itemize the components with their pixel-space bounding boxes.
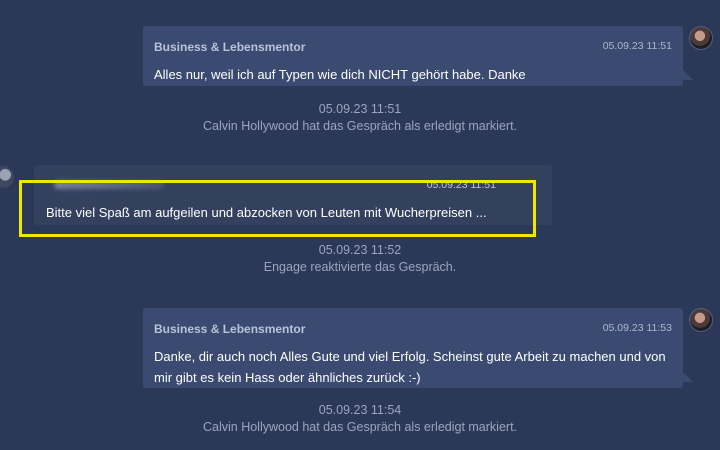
system-event: 05.09.23 11:52 Engage reaktivierte das G… xyxy=(0,242,720,276)
agent-avatar-icon[interactable] xyxy=(689,26,713,50)
message-bubble-outgoing: Business & Lebensmentor 05.09.23 11:53 D… xyxy=(143,308,693,388)
system-event-time: 05.09.23 11:54 xyxy=(318,403,402,417)
system-event-text: Engage reaktivierte das Gespräch. xyxy=(263,260,457,274)
system-event-text: Calvin Hollywood hat das Gespräch als er… xyxy=(202,420,518,434)
message-sender: Business & Lebensmentor xyxy=(154,322,306,336)
system-event-time: 05.09.23 11:51 xyxy=(318,102,402,116)
system-event: 05.09.23 11:54 Calvin Hollywood hat das … xyxy=(0,402,720,436)
redacted-sender-name xyxy=(54,181,164,189)
agent-avatar-icon[interactable] xyxy=(689,308,713,332)
message-time: 05.09.23 11:51 xyxy=(426,179,496,191)
system-event-text: Calvin Hollywood hat das Gespräch als er… xyxy=(202,119,518,133)
chat-transcript: Business & Lebensmentor 05.09.23 11:51 A… xyxy=(0,0,720,450)
message-sender: Business & Lebensmentor xyxy=(154,40,306,54)
customer-avatar-icon[interactable] xyxy=(0,166,14,188)
message-bubble-outgoing: Business & Lebensmentor 05.09.23 11:51 A… xyxy=(143,26,693,86)
message-time: 05.09.23 11:51 xyxy=(602,40,672,52)
message-time: 05.09.23 11:53 xyxy=(602,322,672,334)
message-text: Danke, dir auch noch Alles Gute und viel… xyxy=(154,349,666,385)
message-bubble-incoming: 05.09.23 11:51 Bitte viel Spaß am aufgei… xyxy=(34,165,552,225)
system-event-time: 05.09.23 11:52 xyxy=(318,243,402,257)
system-event: 05.09.23 11:51 Calvin Hollywood hat das … xyxy=(0,101,720,135)
message-text: Bitte viel Spaß am aufgeilen und abzocke… xyxy=(46,205,487,220)
message-text: Alles nur, weil ich auf Typen wie dich N… xyxy=(154,67,526,82)
